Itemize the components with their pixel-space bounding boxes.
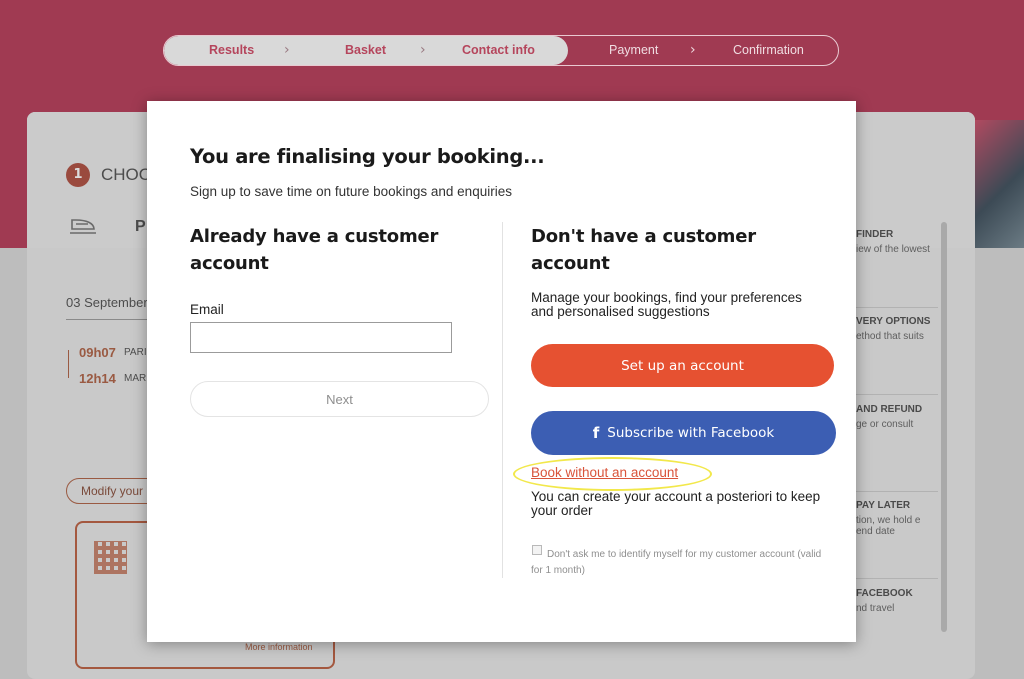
side-divider [856,491,938,492]
side-divider [856,307,938,308]
side-item-desc: ethod that suits [856,331,924,342]
progress-step-payment: Payment [609,43,659,57]
side-item-desc: iew of the lowest [856,244,930,255]
new-account-description: Manage your bookings, find your preferen… [531,290,802,319]
header-photo [975,120,1024,248]
side-item-title: AND REFUND [856,404,923,415]
qr-code-icon [94,541,127,574]
step-title: CHOO [101,165,152,184]
more-information-link[interactable]: More information [245,642,313,652]
chevron-right-icon: › [690,42,696,58]
booking-progress-bar: Results › Basket › Contact info Payment … [163,35,839,66]
travel-date: 03 September [66,295,148,310]
side-divider [856,394,938,395]
passenger-label: P [135,218,146,235]
booking-login-modal: You are finalising your booking... Sign … [147,101,856,642]
chevron-right-icon: › [284,42,290,58]
existing-account-heading: Already have a customer account [190,226,439,274]
facebook-icon: f [592,424,600,442]
side-item-finder[interactable]: FINDER iew of the lowest [856,229,938,255]
progress-step-results[interactable]: Results [209,36,254,65]
train-icon [68,217,98,237]
new-account-heading: Don't have a customer account [531,226,756,274]
side-item-title: VERY OPTIONS [856,316,931,327]
step-number-badge: 1 [66,163,90,187]
progress-step-confirmation: Confirmation [733,43,804,57]
progress-step-contact-info[interactable]: Contact info [462,36,535,65]
departure-place: PARI [124,347,147,358]
side-item-desc: ge or consult [856,419,914,430]
column-divider [502,222,503,578]
email-field[interactable] [190,322,452,353]
email-label: Email [190,302,224,317]
book-without-account-link[interactable]: Book without an account [531,465,678,480]
date-underline [66,319,150,320]
progress-step-basket[interactable]: Basket [345,36,386,65]
side-item-title: PAY LATER [856,500,911,511]
side-item-delivery[interactable]: VERY OPTIONS ethod that suits [856,316,938,342]
arrival-time: 12h14 [79,371,116,386]
chevron-right-icon: › [420,42,426,58]
side-divider [856,578,938,579]
dont-ask-checkbox-label[interactable]: Don't ask me to identify myself for my c… [531,547,831,579]
book-without-account-description: You can create your account a posteriori… [531,489,821,518]
side-panel-scrollbar[interactable] [941,222,947,632]
side-item-desc: nd travel [856,603,895,614]
side-item-refund[interactable]: AND REFUND ge or consult [856,404,938,430]
subscribe-facebook-button[interactable]: f Subscribe with Facebook [531,411,836,455]
modal-title: You are finalising your booking... [190,145,545,168]
journey-line [68,350,69,378]
departure-time: 09h07 [79,345,116,360]
side-item-desc: tion, we hold e end date [856,515,921,537]
next-button[interactable]: Next [190,381,489,417]
set-up-account-button[interactable]: Set up an account [531,344,834,387]
side-item-facebook[interactable]: FACEBOOK nd travel [856,588,938,614]
facebook-button-label: Subscribe with Facebook [607,425,775,441]
side-item-title: FINDER [856,229,894,240]
modal-subtitle: Sign up to save time on future bookings … [190,184,512,199]
arrival-place: MAR [124,373,147,384]
side-item-title: FACEBOOK [856,588,913,599]
side-item-pay-later[interactable]: PAY LATER tion, we hold e end date [856,500,938,537]
